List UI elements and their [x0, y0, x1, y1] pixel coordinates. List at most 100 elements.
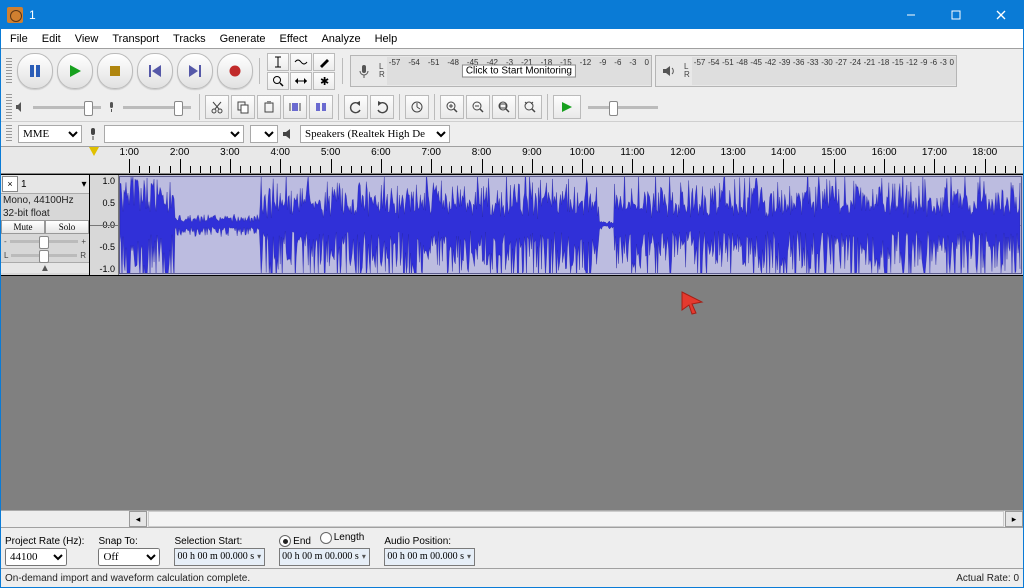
skip-end-button[interactable] [177, 53, 213, 89]
menu-analyze[interactable]: Analyze [314, 32, 367, 46]
menu-view[interactable]: View [68, 32, 106, 46]
svg-text:✱: ✱ [320, 76, 329, 87]
menu-bar: File Edit View Transport Tracks Generate… [1, 29, 1023, 49]
speaker-icon-2 [281, 126, 297, 142]
track-format: Mono, 44100Hz [1, 194, 89, 207]
track-name[interactable]: 1 [19, 179, 79, 190]
waveform-display[interactable] [119, 176, 1022, 274]
redo-button[interactable] [370, 95, 394, 119]
tools-toolbar: ✱ [267, 53, 335, 90]
track-menu-button[interactable]: ▾ [79, 179, 89, 190]
copy-button[interactable] [231, 95, 255, 119]
status-message: On-demand import and waveform calculatio… [5, 573, 250, 584]
selection-tool[interactable] [267, 53, 289, 71]
close-button[interactable] [978, 1, 1023, 29]
input-volume-slider[interactable] [105, 100, 195, 114]
cursor-icon [680, 290, 706, 319]
collapse-button[interactable]: ▲ [1, 262, 89, 273]
device-toolbar: MME Speakers (Realtek High De [1, 121, 1023, 146]
window-title: 1 [29, 8, 888, 22]
multi-tool[interactable]: ✱ [313, 72, 335, 90]
zoom-out-button[interactable] [466, 95, 490, 119]
pan-slider[interactable]: LR [1, 248, 89, 262]
speaker-small-icon [15, 100, 29, 114]
sync-lock-button[interactable] [405, 95, 429, 119]
menu-help[interactable]: Help [368, 32, 405, 46]
mic-icon [351, 63, 377, 79]
toolbar-grip-2[interactable] [6, 94, 12, 120]
recording-channels-select[interactable] [250, 125, 278, 143]
scrollbar-track[interactable] [148, 511, 1004, 527]
cut-button[interactable] [205, 95, 229, 119]
audio-track: × 1 ▾ Mono, 44100Hz 32-bit float Mute So… [1, 174, 1023, 276]
undo-button[interactable] [344, 95, 368, 119]
track-close-button[interactable]: × [2, 176, 18, 192]
solo-button[interactable]: Solo [45, 220, 89, 234]
meter-r2: R [684, 71, 690, 79]
minimize-button[interactable] [888, 1, 933, 29]
track-control-panel: × 1 ▾ Mono, 44100Hz 32-bit float Mute So… [1, 175, 90, 275]
stop-button[interactable] [97, 53, 133, 89]
timeline-ruler[interactable]: 1:002:003:004:005:006:007:008:009:0010:0… [1, 147, 1023, 174]
scroll-left-button[interactable]: ◂ [129, 511, 147, 527]
skip-start-button[interactable] [137, 53, 173, 89]
menu-effect[interactable]: Effect [273, 32, 315, 46]
zoom-tool[interactable] [267, 72, 289, 90]
snap-to-select[interactable]: Off [98, 548, 160, 566]
menu-generate[interactable]: Generate [213, 32, 273, 46]
gain-slider[interactable]: -+ [1, 234, 89, 248]
project-rate-select[interactable]: 44100 [5, 548, 67, 566]
menu-transport[interactable]: Transport [105, 32, 166, 46]
status-bar: On-demand import and waveform calculatio… [1, 568, 1023, 587]
toolbar-grip[interactable] [6, 58, 12, 84]
actual-rate: Actual Rate: 0 [956, 573, 1019, 584]
mic-small-icon [105, 100, 119, 114]
paste-button[interactable] [257, 95, 281, 119]
play-at-speed-button[interactable] [553, 95, 581, 119]
tracks-area: × 1 ▾ Mono, 44100Hz 32-bit float Mute So… [1, 174, 1023, 510]
selection-start-field[interactable]: 00 h 00 m 00.000 s▾ [174, 548, 265, 566]
speaker-icon [656, 63, 682, 79]
mic-icon-2 [85, 126, 101, 142]
silence-button[interactable] [309, 95, 333, 119]
toolbar-grip-3[interactable] [6, 125, 12, 143]
playback-meter[interactable]: LR -57-54-51-48-45-42-39-36-33-30-27-24-… [655, 55, 957, 87]
horizontal-scrollbar[interactable]: ◂ ▸ [1, 510, 1023, 527]
pause-button[interactable] [17, 53, 53, 89]
recording-meter[interactable]: LR -57-54-51-48-45-42-3-21-18-15-12-9-6-… [350, 55, 652, 87]
maximize-button[interactable] [933, 1, 978, 29]
play-speed-slider[interactable] [588, 106, 658, 109]
title-bar: 1 [1, 1, 1023, 29]
meter-hint[interactable]: Click to Start Monitoring [462, 65, 576, 78]
selection-end-field[interactable]: 00 h 00 m 00.000 s▾ [279, 548, 370, 566]
selection-start-label: Selection Start: [174, 536, 265, 547]
timeshift-tool[interactable] [290, 72, 312, 90]
app-icon [7, 7, 23, 23]
zoom-in-button[interactable] [440, 95, 464, 119]
fit-project-button[interactable] [518, 95, 542, 119]
track-bitdepth: 32-bit float [1, 207, 89, 220]
recording-device-select[interactable] [104, 125, 244, 143]
mute-button[interactable]: Mute [1, 220, 45, 234]
meter-r: R [379, 71, 385, 79]
selection-toolbar: Project Rate (Hz): 44100 Snap To: Off Se… [1, 527, 1023, 568]
playback-device-select[interactable]: Speakers (Realtek High De [300, 125, 450, 143]
menu-file[interactable]: File [3, 32, 35, 46]
audio-position-label: Audio Position: [384, 536, 475, 547]
scroll-right-button[interactable]: ▸ [1005, 511, 1023, 527]
amplitude-ruler: 1.0 0.5 0.0 -0.5 -1.0 [90, 175, 119, 275]
audio-host-select[interactable]: MME [18, 125, 82, 143]
trim-button[interactable] [283, 95, 307, 119]
output-volume-slider[interactable] [15, 100, 105, 114]
length-radio[interactable]: Length [320, 532, 365, 544]
menu-edit[interactable]: Edit [35, 32, 68, 46]
envelope-tool[interactable] [290, 53, 312, 71]
menu-tracks[interactable]: Tracks [166, 32, 213, 46]
play-button[interactable] [57, 53, 93, 89]
project-rate-label: Project Rate (Hz): [5, 536, 84, 547]
fit-selection-button[interactable] [492, 95, 516, 119]
audio-position-field[interactable]: 00 h 00 m 00.000 s▾ [384, 548, 475, 566]
record-button[interactable] [217, 53, 253, 89]
end-radio[interactable]: End [279, 535, 311, 547]
draw-tool[interactable] [313, 53, 335, 71]
